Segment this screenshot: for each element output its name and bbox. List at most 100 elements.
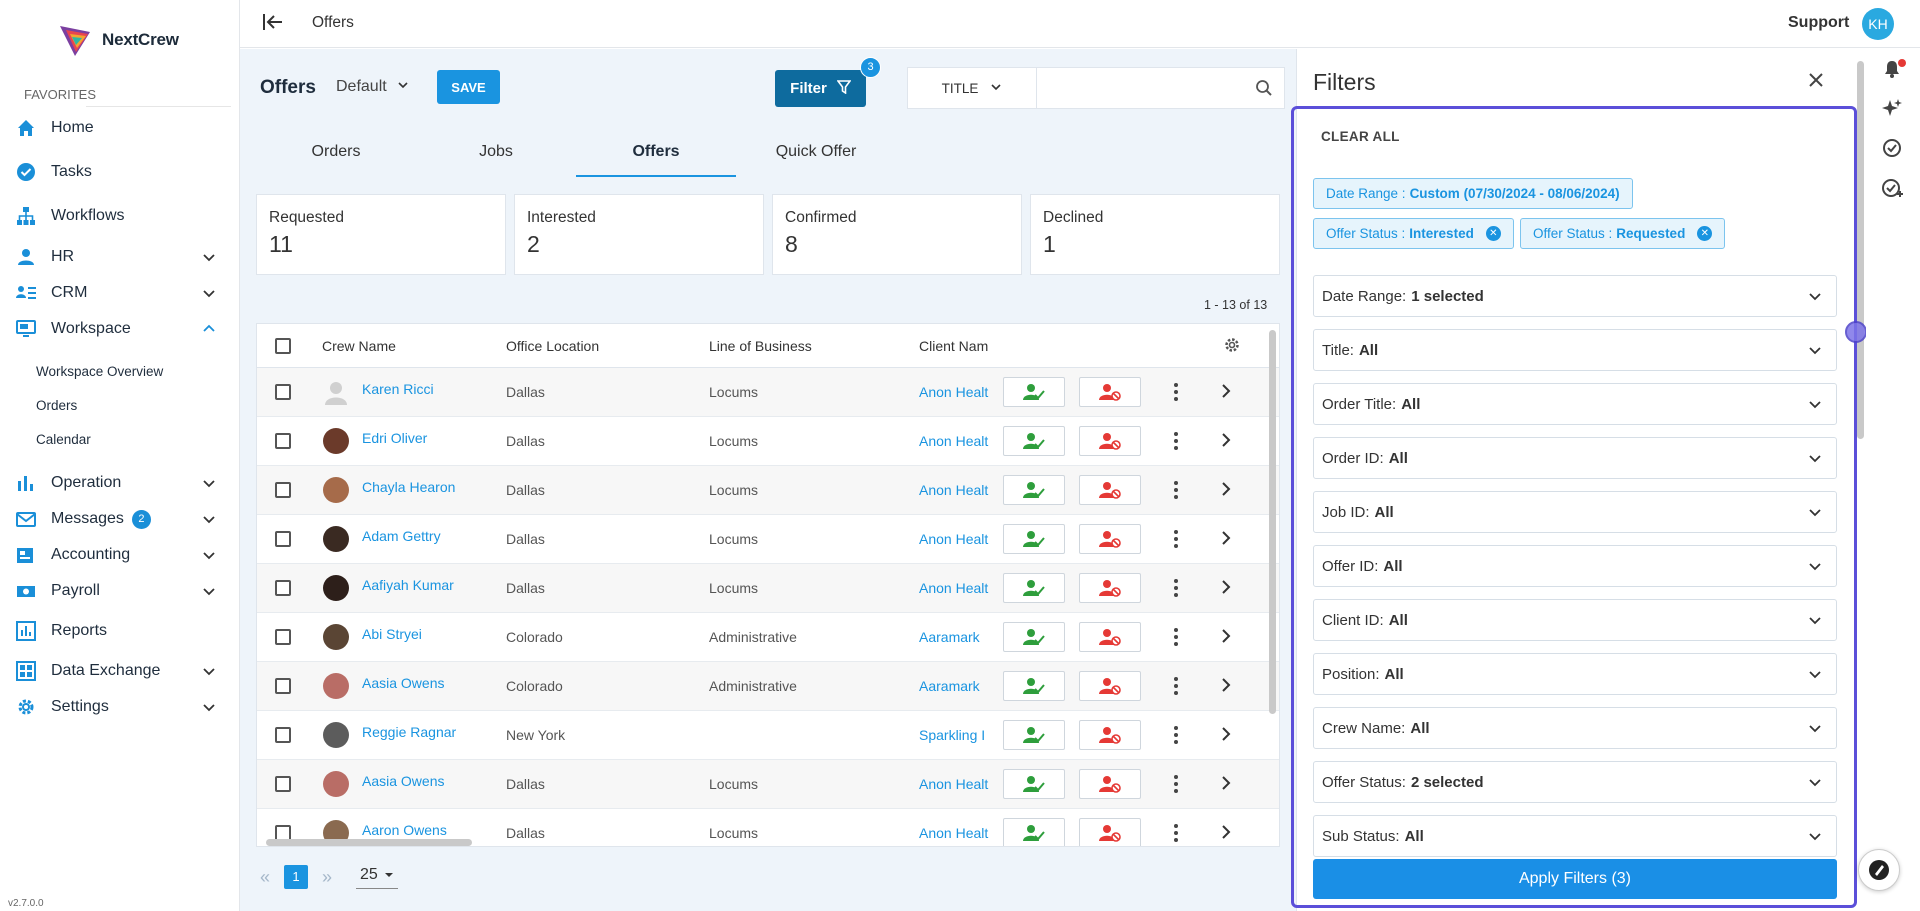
crew-name-link[interactable]: Aasia Owens	[362, 773, 444, 789]
collapse-sidebar-icon[interactable]	[262, 12, 284, 35]
client-name-link[interactable]: Anon Healt	[919, 580, 989, 596]
more-vert-icon[interactable]	[1173, 529, 1179, 552]
remove-chip-icon[interactable]: ✕	[1697, 226, 1713, 241]
stat-card-interested[interactable]: Interested 2	[514, 194, 764, 275]
filters-scrollbar[interactable]	[1857, 61, 1864, 439]
chevron-right-icon[interactable]	[1220, 578, 1232, 599]
crew-name-link[interactable]: Aafiyah Kumar	[362, 577, 454, 593]
sidebar-subitem-orders[interactable]: Orders	[36, 398, 77, 413]
table-row[interactable]: Edri Oliver Dallas Locums Anon Healt	[257, 417, 1279, 466]
quick-action-fab[interactable]	[1858, 849, 1900, 891]
more-vert-icon[interactable]	[1173, 480, 1179, 503]
filter-row-job-id[interactable]: Job ID: All	[1313, 491, 1837, 533]
stat-card-requested[interactable]: Requested 11	[256, 194, 506, 275]
sidebar-item-hr[interactable]: HR	[16, 243, 216, 271]
table-row[interactable]: Aasia Owens Colorado Administrative Aaramar…	[257, 662, 1279, 711]
table-row[interactable]: Adam Gettry Dallas Locums Anon Healt	[257, 515, 1279, 564]
row-checkbox[interactable]	[275, 727, 291, 743]
confirm-offer-button[interactable]	[1003, 426, 1065, 456]
more-vert-icon[interactable]	[1173, 431, 1179, 454]
confirm-offer-button[interactable]	[1003, 622, 1065, 652]
row-checkbox[interactable]	[275, 482, 291, 498]
row-checkbox[interactable]	[275, 776, 291, 792]
filter-chip-date-range[interactable]: Date Range : Custom (07/30/2024 - 08/06/2…	[1313, 178, 1633, 209]
view-select[interactable]: Default	[336, 78, 409, 96]
filter-row-title[interactable]: Title: All	[1313, 329, 1837, 371]
crew-name-link[interactable]: Aaron Owens	[362, 822, 447, 838]
row-checkbox[interactable]	[275, 384, 291, 400]
check-circle-icon[interactable]	[1882, 138, 1902, 161]
client-name-link[interactable]: Anon Healt	[919, 776, 989, 792]
column-line-of-business[interactable]: Line of Business	[709, 338, 812, 354]
table-row[interactable]: Karen Ricci Dallas Locums Anon Healt	[257, 368, 1279, 417]
filter-row-sub-status[interactable]: Sub Status: All	[1313, 815, 1837, 857]
sparkle-icon[interactable]	[1882, 98, 1902, 121]
close-icon[interactable]	[1807, 71, 1825, 92]
filter-chip-offer-status-interested[interactable]: Offer Status : Interested ✕	[1313, 218, 1514, 249]
crew-name-link[interactable]: Reggie Ragnar	[362, 724, 456, 740]
confirm-offer-button[interactable]	[1003, 720, 1065, 750]
filter-row-order-title[interactable]: Order Title: All	[1313, 383, 1837, 425]
row-checkbox[interactable]	[275, 629, 291, 645]
sidebar-item-home[interactable]: Home	[16, 114, 216, 142]
client-name-link[interactable]: Anon Healt	[919, 531, 989, 547]
row-checkbox[interactable]	[275, 678, 291, 694]
filter-row-position[interactable]: Position: All	[1313, 653, 1837, 695]
more-vert-icon[interactable]	[1173, 823, 1179, 846]
chevron-right-icon[interactable]	[1220, 382, 1232, 403]
filter-row-offer-id[interactable]: Offer ID: All	[1313, 545, 1837, 587]
sidebar-item-workspace[interactable]: Workspace	[16, 315, 216, 343]
filter-row-crew-name[interactable]: Crew Name: All	[1313, 707, 1837, 749]
filter-row-offer-status[interactable]: Offer Status: 2 selected	[1313, 761, 1837, 803]
confirm-offer-button[interactable]	[1003, 524, 1065, 554]
user-avatar[interactable]: KH	[1862, 8, 1894, 40]
confirm-offer-button[interactable]	[1003, 818, 1065, 846]
decline-offer-button[interactable]	[1079, 377, 1141, 407]
column-settings-icon[interactable]	[1223, 336, 1241, 357]
sidebar-subitem-workspace-overview[interactable]: Workspace Overview	[36, 364, 163, 379]
crew-name-link[interactable]: Karen Ricci	[362, 381, 434, 397]
stat-card-declined[interactable]: Declined 1	[1030, 194, 1280, 275]
next-page-icon[interactable]: »	[322, 867, 332, 888]
confirm-offer-button[interactable]	[1003, 671, 1065, 701]
search-icon[interactable]	[1244, 79, 1284, 97]
filter-button[interactable]: Filter	[775, 70, 866, 107]
confirm-offer-button[interactable]	[1003, 377, 1065, 407]
crew-name-link[interactable]: Chayla Hearon	[362, 479, 455, 495]
decline-offer-button[interactable]	[1079, 426, 1141, 456]
column-crew-name[interactable]: Crew Name	[322, 338, 396, 354]
table-row[interactable]: Aasia Owens Dallas Locums Anon Healt	[257, 760, 1279, 809]
more-vert-icon[interactable]	[1173, 578, 1179, 601]
more-vert-icon[interactable]	[1173, 382, 1179, 405]
table-horizontal-scrollbar[interactable]	[266, 839, 472, 846]
clear-all-button[interactable]: CLEAR ALL	[1321, 129, 1400, 144]
crew-name-link[interactable]: Abi Stryei	[362, 626, 422, 642]
decline-offer-button[interactable]	[1079, 573, 1141, 603]
crew-name-link[interactable]: Edri Oliver	[362, 430, 427, 446]
table-row[interactable]: Aafiyah Kumar Dallas Locums Anon Healt	[257, 564, 1279, 613]
decline-offer-button[interactable]	[1079, 622, 1141, 652]
save-button[interactable]: SAVE	[437, 70, 500, 104]
sidebar-item-messages[interactable]: Messages 2	[16, 505, 216, 533]
client-name-link[interactable]: Anon Healt	[919, 384, 989, 400]
client-name-link[interactable]: Sparkling I	[919, 727, 989, 743]
crew-name-link[interactable]: Adam Gettry	[362, 528, 441, 544]
more-vert-icon[interactable]	[1173, 774, 1179, 797]
client-name-link[interactable]: Aaramark	[919, 629, 989, 645]
row-checkbox[interactable]	[275, 531, 291, 547]
row-checkbox[interactable]	[275, 580, 291, 596]
sidebar-item-settings[interactable]: Settings	[16, 693, 216, 721]
chevron-right-icon[interactable]	[1220, 431, 1232, 452]
chevron-right-icon[interactable]	[1220, 480, 1232, 501]
remove-chip-icon[interactable]: ✕	[1485, 226, 1501, 241]
tab-jobs[interactable]: Jobs	[416, 135, 576, 177]
chevron-right-icon[interactable]	[1220, 725, 1232, 746]
sidebar-item-workflows[interactable]: Workflows	[16, 202, 216, 230]
per-page-select[interactable]: 25	[356, 866, 398, 889]
chevron-right-icon[interactable]	[1220, 529, 1232, 550]
decline-offer-button[interactable]	[1079, 720, 1141, 750]
panel-resize-handle[interactable]	[1845, 321, 1867, 343]
filter-row-order-id[interactable]: Order ID: All	[1313, 437, 1837, 479]
column-client-name[interactable]: Client Nam	[919, 338, 988, 354]
sidebar-item-reports[interactable]: Reports	[16, 617, 216, 645]
